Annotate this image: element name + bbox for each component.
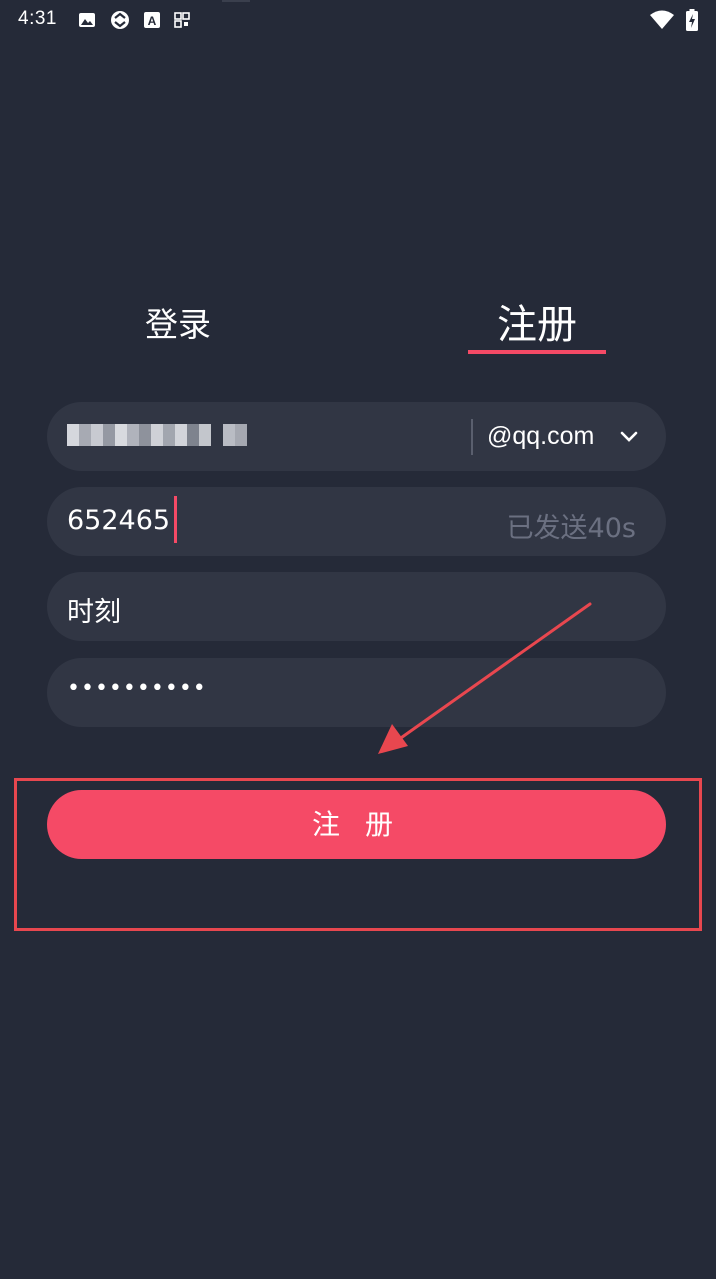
register-screen: 4:31 A 登录 注册 @qq.com 652465 已发送40s 时刻 ••… [0,0,716,1279]
annotation-highlight-box [14,778,702,931]
chevron-down-icon[interactable] [620,428,638,447]
email-divider [471,419,473,455]
status-bar: 4:31 A [0,0,716,40]
status-left-icons: A [78,10,190,34]
verification-code-field[interactable]: 652465 已发送40s [47,487,666,556]
email-field[interactable]: @qq.com [47,402,666,471]
nickname-input[interactable]: 时刻 [67,590,121,629]
text-cursor [174,496,177,543]
gallery-icon [78,11,96,33]
qr-icon [174,12,190,32]
active-tab-indicator [468,350,606,354]
tab-register[interactable]: 注册 [468,292,606,350]
email-input-pixelated [67,424,247,446]
svg-text:A: A [148,14,157,28]
email-domain-select[interactable]: @qq.com [487,422,594,451]
nickname-field[interactable]: 时刻 [47,572,666,641]
status-right-icons [650,9,698,35]
tab-login[interactable]: 登录 [128,298,228,346]
sync-icon [110,10,130,34]
font-icon: A [144,11,160,33]
code-sent-countdown: 已发送40s [506,513,636,544]
battery-charging-icon [686,9,698,35]
verification-code-input[interactable]: 652465 [67,505,170,536]
notch [222,0,250,2]
password-input[interactable]: •••••••••• [67,676,207,701]
password-field[interactable]: •••••••••• [47,658,666,727]
status-time: 4:31 [18,8,57,29]
wifi-icon [650,10,674,34]
